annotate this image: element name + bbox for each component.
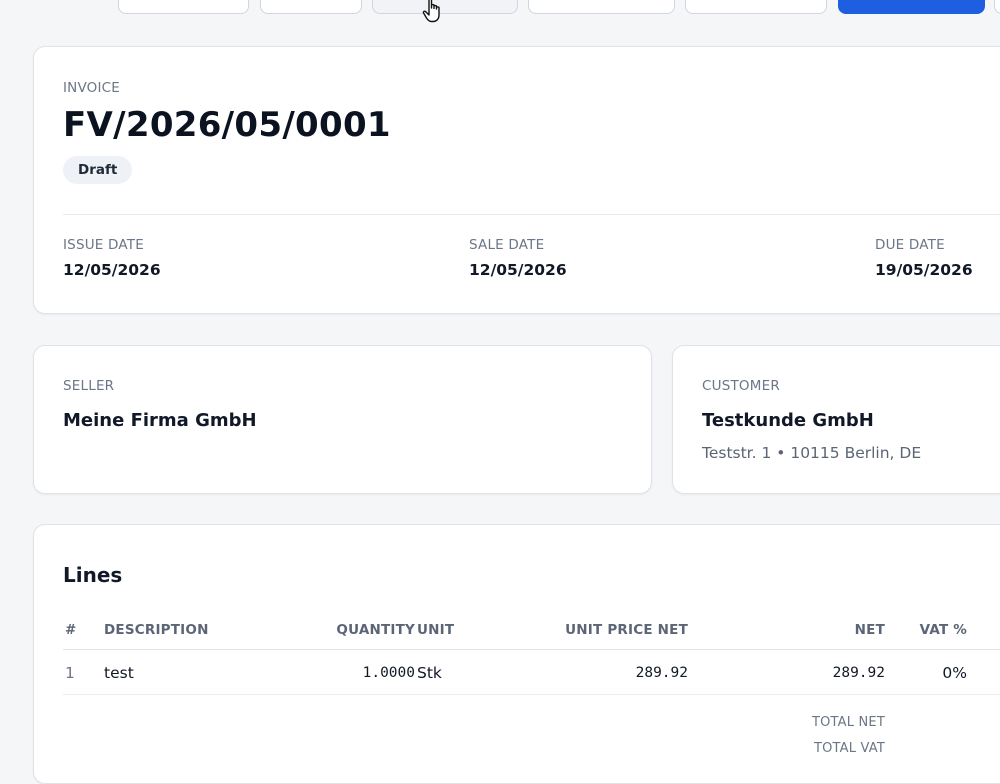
row-net: 289.92 [832,665,885,681]
issue-date-value: 12/05/2026 [63,261,161,279]
total-net-label: TOTAL NET [811,715,885,730]
column-header-unit-price-net: UNIT PRICE NET [565,622,688,638]
customer-name: Testkunde GmbH [702,410,874,431]
toolbar-primary-button[interactable] [838,0,985,14]
row-unit: Stk [417,664,442,682]
lines-title: Lines [63,563,123,587]
status-badge: Draft [63,156,133,184]
row-description: test [104,664,134,682]
issue-date: ISSUE DATE 12/05/2026 [63,237,161,279]
column-header-net: NET [854,622,885,638]
row-vat: 0% [942,664,967,682]
invoice-number: FV/2026/05/0001 [63,105,391,145]
column-header-vat: VAT % [919,622,967,638]
toolbar-button-4[interactable] [528,0,675,14]
sale-date-label: SALE DATE [469,237,545,253]
seller-card: SELLER Meine Firma GmbH [33,345,652,494]
column-header-index: # [65,622,77,638]
divider [63,214,1000,215]
customer-card: CUSTOMER Testkunde GmbH Teststr. 1 • 101… [672,345,1000,494]
toolbar-button-7[interactable] [994,0,1000,14]
table-header-divider [63,649,1000,650]
row-divider [63,694,1000,695]
customer-label: CUSTOMER [702,378,780,394]
hand-cursor-icon [422,0,440,23]
column-header-unit: UNIT [417,622,455,638]
column-header-quantity: QUANTITY [336,622,415,638]
invoice-header-card: INVOICE FV/2026/05/0001 Draft ISSUE DATE… [33,46,1000,314]
due-date-label: DUE DATE [875,237,945,253]
seller-name: Meine Firma GmbH [63,410,257,431]
toolbar-button-1[interactable] [118,0,249,14]
toolbar-button-5[interactable] [685,0,827,14]
customer-address: Teststr. 1 • 10115 Berlin, DE [702,444,922,462]
due-date-value: 19/05/2026 [875,261,973,279]
column-header-description: DESCRIPTION [104,622,209,638]
sale-date: SALE DATE 12/05/2026 [469,237,567,279]
toolbar-button-2[interactable] [260,0,362,14]
total-vat-label: TOTAL VAT [813,741,885,756]
row-quantity: 1.0000 [362,665,415,681]
row-index: 1 [65,664,75,682]
lines-card: Lines # DESCRIPTION QUANTITY UNIT UNIT P… [33,524,1000,784]
seller-label: SELLER [63,378,115,394]
row-unit-price-net: 289.92 [635,665,688,681]
sale-date-value: 12/05/2026 [469,261,567,279]
toolbar [0,0,1000,23]
invoice-label: INVOICE [63,80,121,96]
issue-date-label: ISSUE DATE [63,237,144,253]
due-date: DUE DATE 19/05/2026 [875,237,973,279]
